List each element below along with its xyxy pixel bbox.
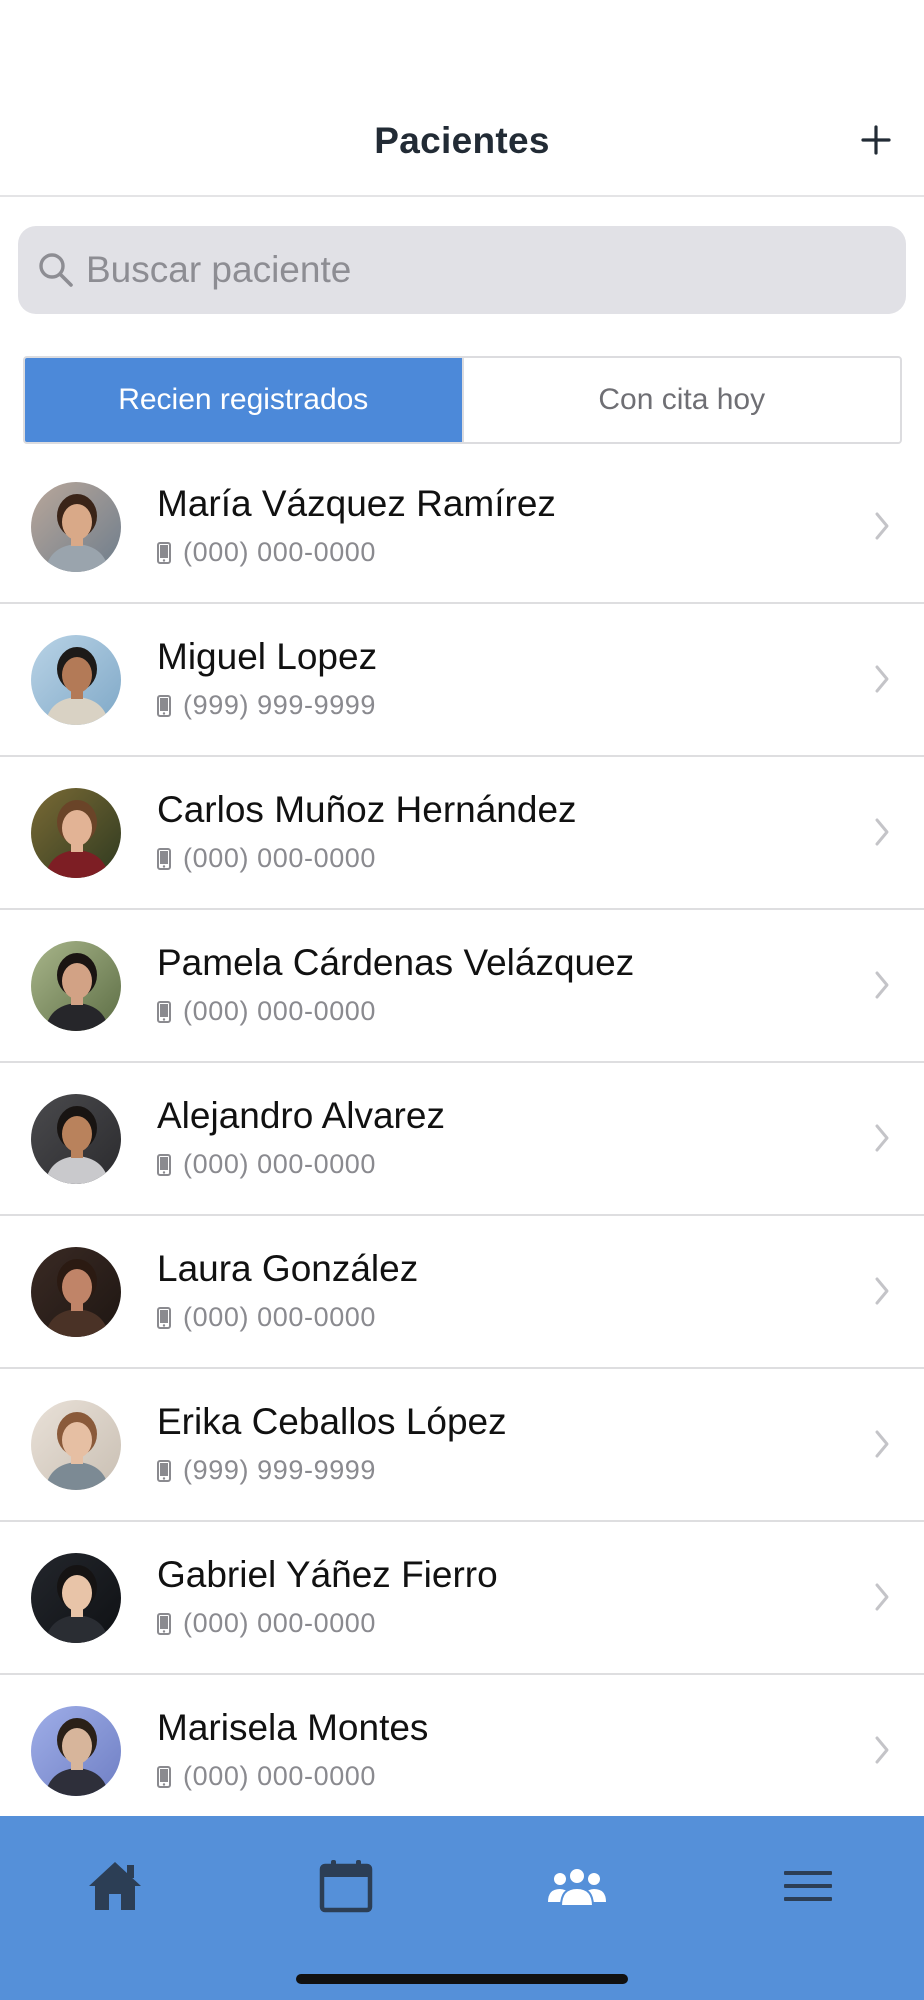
patient-row[interactable]: Carlos Muñoz Hernández (000) 000-0000: [0, 757, 924, 910]
chevron-right-icon: [875, 512, 889, 540]
patient-name: Pamela Cárdenas Velázquez: [157, 942, 635, 983]
patient-row[interactable]: Laura González (000) 000-0000: [0, 1216, 924, 1369]
patient-phone: (000) 000-0000: [157, 1302, 376, 1333]
patient-row[interactable]: María Vázquez Ramírez (000) 000-0000: [0, 451, 924, 604]
patient-row[interactable]: Alejandro Alvarez (000) 000-0000: [0, 1063, 924, 1216]
add-patient-button[interactable]: [856, 120, 896, 160]
patient-phone: (000) 000-0000: [157, 1149, 376, 1180]
chevron-right-icon: [875, 1277, 889, 1305]
avatar: [31, 788, 121, 878]
phone-number: (999) 999-9999: [183, 690, 377, 720]
page-title: Pacientes: [374, 120, 550, 161]
avatar: [31, 635, 121, 725]
patient-row[interactable]: Gabriel Yáñez Fierro (000) 000-0000: [0, 1522, 924, 1675]
chevron-right-icon: [875, 971, 889, 999]
search-input[interactable]: [86, 249, 866, 291]
search-icon: [39, 253, 73, 287]
mobile-phone-icon: [157, 541, 171, 564]
home-indicator: [296, 1974, 628, 1984]
patient-phone: (000) 000-0000: [157, 1608, 376, 1639]
patient-name: Marisela Montes: [157, 1707, 429, 1748]
segment-con-cita-hoy[interactable]: Con cita hoy: [461, 358, 900, 442]
chevron-right-icon: [875, 665, 889, 693]
mobile-phone-icon: [157, 694, 171, 717]
tab-patients[interactable]: [517, 1836, 637, 1936]
patient-row[interactable]: Pamela Cárdenas Velázquez (000) 000-0000: [0, 910, 924, 1063]
patient-row[interactable]: Erika Ceballos López (999) 999-9999: [0, 1369, 924, 1522]
chevron-right-icon: [875, 1583, 889, 1611]
avatar: [31, 1247, 121, 1337]
patient-phone: (999) 999-9999: [157, 1455, 376, 1486]
patient-name: Laura González: [157, 1248, 419, 1289]
phone-number: (000) 000-0000: [183, 1302, 377, 1332]
chevron-right-icon: [875, 1736, 889, 1764]
patient-list: María Vázquez Ramírez (000) 000-0000 Mig…: [0, 451, 924, 1828]
mobile-phone-icon: [157, 847, 171, 870]
patient-filter-segmented-control: Recien registrados Con cita hoy: [23, 356, 902, 444]
phone-number: (000) 000-0000: [183, 1608, 377, 1638]
avatar: [31, 1553, 121, 1643]
patients-icon: [548, 1867, 606, 1907]
patient-row[interactable]: Miguel Lopez (999) 999-9999: [0, 604, 924, 757]
patient-phone: (000) 000-0000: [157, 1761, 376, 1792]
patient-name: Gabriel Yáñez Fierro: [157, 1554, 498, 1595]
patient-name: Carlos Muñoz Hernández: [157, 789, 577, 830]
menu-icon: [784, 1871, 832, 1901]
chevron-right-icon: [875, 1124, 889, 1152]
patient-phone: (999) 999-9999: [157, 690, 376, 721]
search-bar[interactable]: [18, 226, 906, 314]
plus-icon: [861, 125, 891, 155]
avatar: [31, 1706, 121, 1796]
mobile-phone-icon: [157, 1000, 171, 1023]
phone-number: (000) 000-0000: [183, 1761, 377, 1791]
patient-name: María Vázquez Ramírez: [157, 483, 556, 524]
mobile-phone-icon: [157, 1612, 171, 1635]
mobile-phone-icon: [157, 1153, 171, 1176]
patient-phone: (000) 000-0000: [157, 843, 376, 874]
patient-name: Alejandro Alvarez: [157, 1095, 445, 1136]
avatar: [31, 941, 121, 1031]
nav-header: Pacientes: [0, 0, 924, 197]
phone-number: (000) 000-0000: [183, 843, 377, 873]
mobile-phone-icon: [157, 1306, 171, 1329]
phone-number: (000) 000-0000: [183, 1149, 377, 1179]
calendar-icon: [319, 1860, 373, 1913]
avatar: [31, 1094, 121, 1184]
chevron-right-icon: [875, 1430, 889, 1458]
segment-recien-registrados[interactable]: Recien registrados: [25, 358, 462, 442]
phone-number: (999) 999-9999: [183, 1455, 377, 1485]
patient-name: Miguel Lopez: [157, 636, 378, 677]
bottom-tab-bar: [0, 1816, 924, 2000]
tab-calendar[interactable]: [286, 1836, 406, 1936]
phone-number: (000) 000-0000: [183, 996, 377, 1026]
patient-phone: (000) 000-0000: [157, 537, 376, 568]
avatar: [31, 482, 121, 572]
home-icon: [89, 1862, 141, 1910]
patient-name: Erika Ceballos López: [157, 1401, 507, 1442]
tab-menu[interactable]: [748, 1836, 868, 1936]
phone-number: (000) 000-0000: [183, 537, 377, 567]
tab-home[interactable]: [55, 1836, 175, 1936]
mobile-phone-icon: [157, 1459, 171, 1482]
patient-row[interactable]: Marisela Montes (000) 000-0000: [0, 1675, 924, 1828]
patient-phone: (000) 000-0000: [157, 996, 376, 1027]
chevron-right-icon: [875, 818, 889, 846]
avatar: [31, 1400, 121, 1490]
mobile-phone-icon: [157, 1765, 171, 1788]
